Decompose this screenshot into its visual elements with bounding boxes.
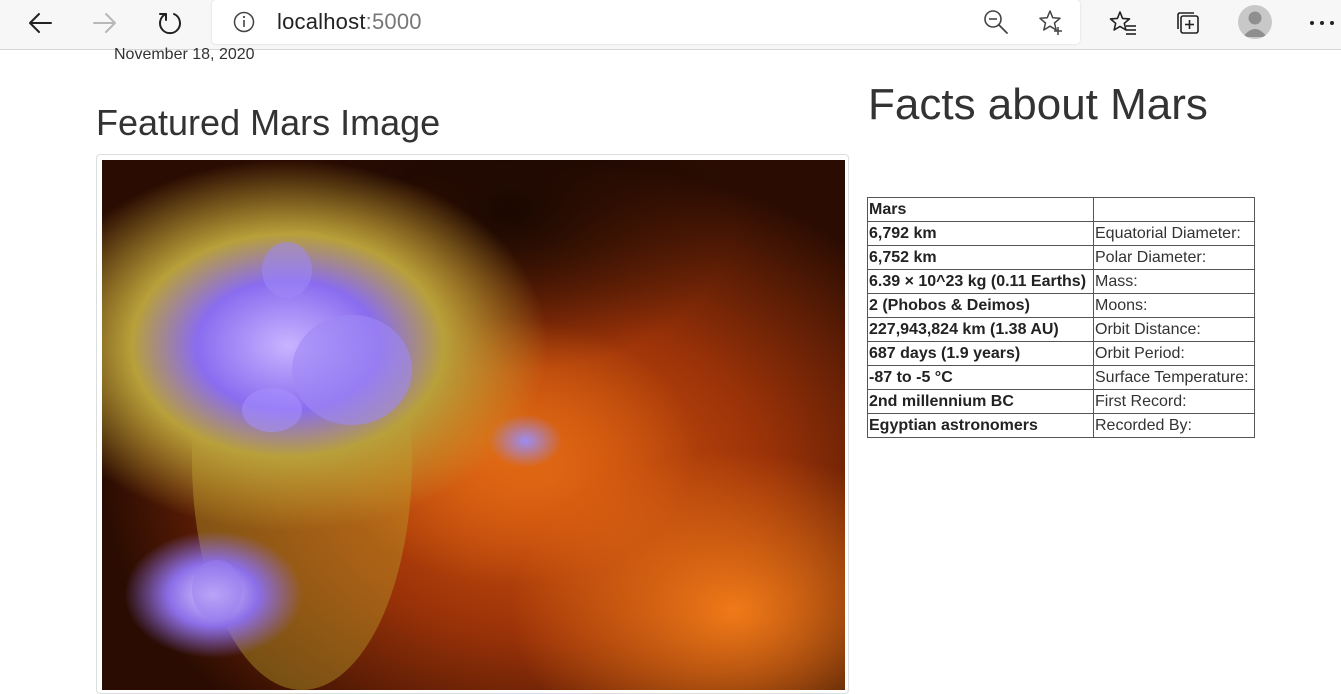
fact-value: 2 (Phobos & Deimos) [867, 293, 1094, 318]
fact-label: Orbit Period: [1093, 341, 1255, 366]
fact-value: 6,792 km [867, 221, 1094, 246]
fact-value: 227,943,824 km (1.38 AU) [867, 317, 1094, 342]
date-text: November 18, 2020 [114, 46, 255, 63]
fact-value: 2nd millennium BC [867, 389, 1094, 414]
zoom-out-icon[interactable] [982, 8, 1010, 36]
url-port: :5000 [365, 9, 422, 34]
favorites-icon [1109, 10, 1137, 36]
fact-value: -87 to -5 °C [867, 365, 1094, 390]
address-bar[interactable]: localhost:5000 [212, 0, 1080, 44]
url-host: localhost [277, 9, 366, 34]
refresh-icon [157, 10, 183, 36]
mars-facts-table: Mars 6,792 km Equatorial Diameter: 6,752… [867, 197, 1255, 438]
refresh-button[interactable] [150, 5, 190, 41]
featured-mars-image[interactable] [102, 160, 845, 690]
fact-label: First Record: [1093, 389, 1255, 414]
table-header-cell: Mars [867, 197, 1094, 222]
profile-icon[interactable] [1238, 5, 1272, 39]
more-icon [1309, 19, 1335, 27]
favorites-button[interactable] [1103, 5, 1143, 41]
table-row: 227,943,824 km (1.38 AU) Orbit Distance: [867, 317, 1255, 342]
table-row: 2 (Phobos & Deimos) Moons: [867, 293, 1255, 318]
table-header-cell [1093, 197, 1255, 222]
table-row: 6,752 km Polar Diameter: [867, 245, 1255, 270]
browser-toolbar: localhost:5000 [0, 0, 1341, 50]
back-button[interactable] [20, 5, 60, 41]
collections-button[interactable] [1168, 5, 1208, 41]
fact-value: 687 days (1.9 years) [867, 341, 1094, 366]
fact-label: Orbit Distance: [1093, 317, 1255, 342]
table-row: -87 to -5 °C Surface Temperature: [867, 365, 1255, 390]
back-arrow-icon [27, 12, 53, 34]
fact-label: Mass: [1093, 269, 1255, 294]
table-row: Egyptian astronomers Recorded By: [867, 413, 1255, 438]
forward-arrow-icon [92, 12, 118, 34]
more-button[interactable] [1302, 5, 1341, 41]
fact-value: 6,752 km [867, 245, 1094, 270]
featured-image-title: Featured Mars Image [96, 102, 441, 143]
add-favorite-icon[interactable] [1037, 8, 1065, 36]
url-text[interactable]: localhost:5000 [277, 9, 422, 35]
facts-title: Facts about Mars [868, 80, 1208, 129]
table-row: 6.39 × 10^23 kg (0.11 Earths) Mass: [867, 269, 1255, 294]
forward-button[interactable] [85, 5, 125, 41]
fact-label: Recorded By: [1093, 413, 1255, 438]
fact-label: Surface Temperature: [1093, 365, 1255, 390]
info-icon[interactable] [232, 10, 256, 34]
table-header-row: Mars [867, 197, 1255, 222]
table-row: 2nd millennium BC First Record: [867, 389, 1255, 414]
fact-label: Equatorial Diameter: [1093, 221, 1255, 246]
fact-value: Egyptian astronomers [867, 413, 1094, 438]
collections-icon [1175, 10, 1201, 36]
fact-label: Moons: [1093, 293, 1255, 318]
table-row: 6,792 km Equatorial Diameter: [867, 221, 1255, 246]
fact-label: Polar Diameter: [1093, 245, 1255, 270]
fact-value: 6.39 × 10^23 kg (0.11 Earths) [867, 269, 1094, 294]
table-row: 687 days (1.9 years) Orbit Period: [867, 341, 1255, 366]
featured-image-frame [96, 154, 849, 694]
